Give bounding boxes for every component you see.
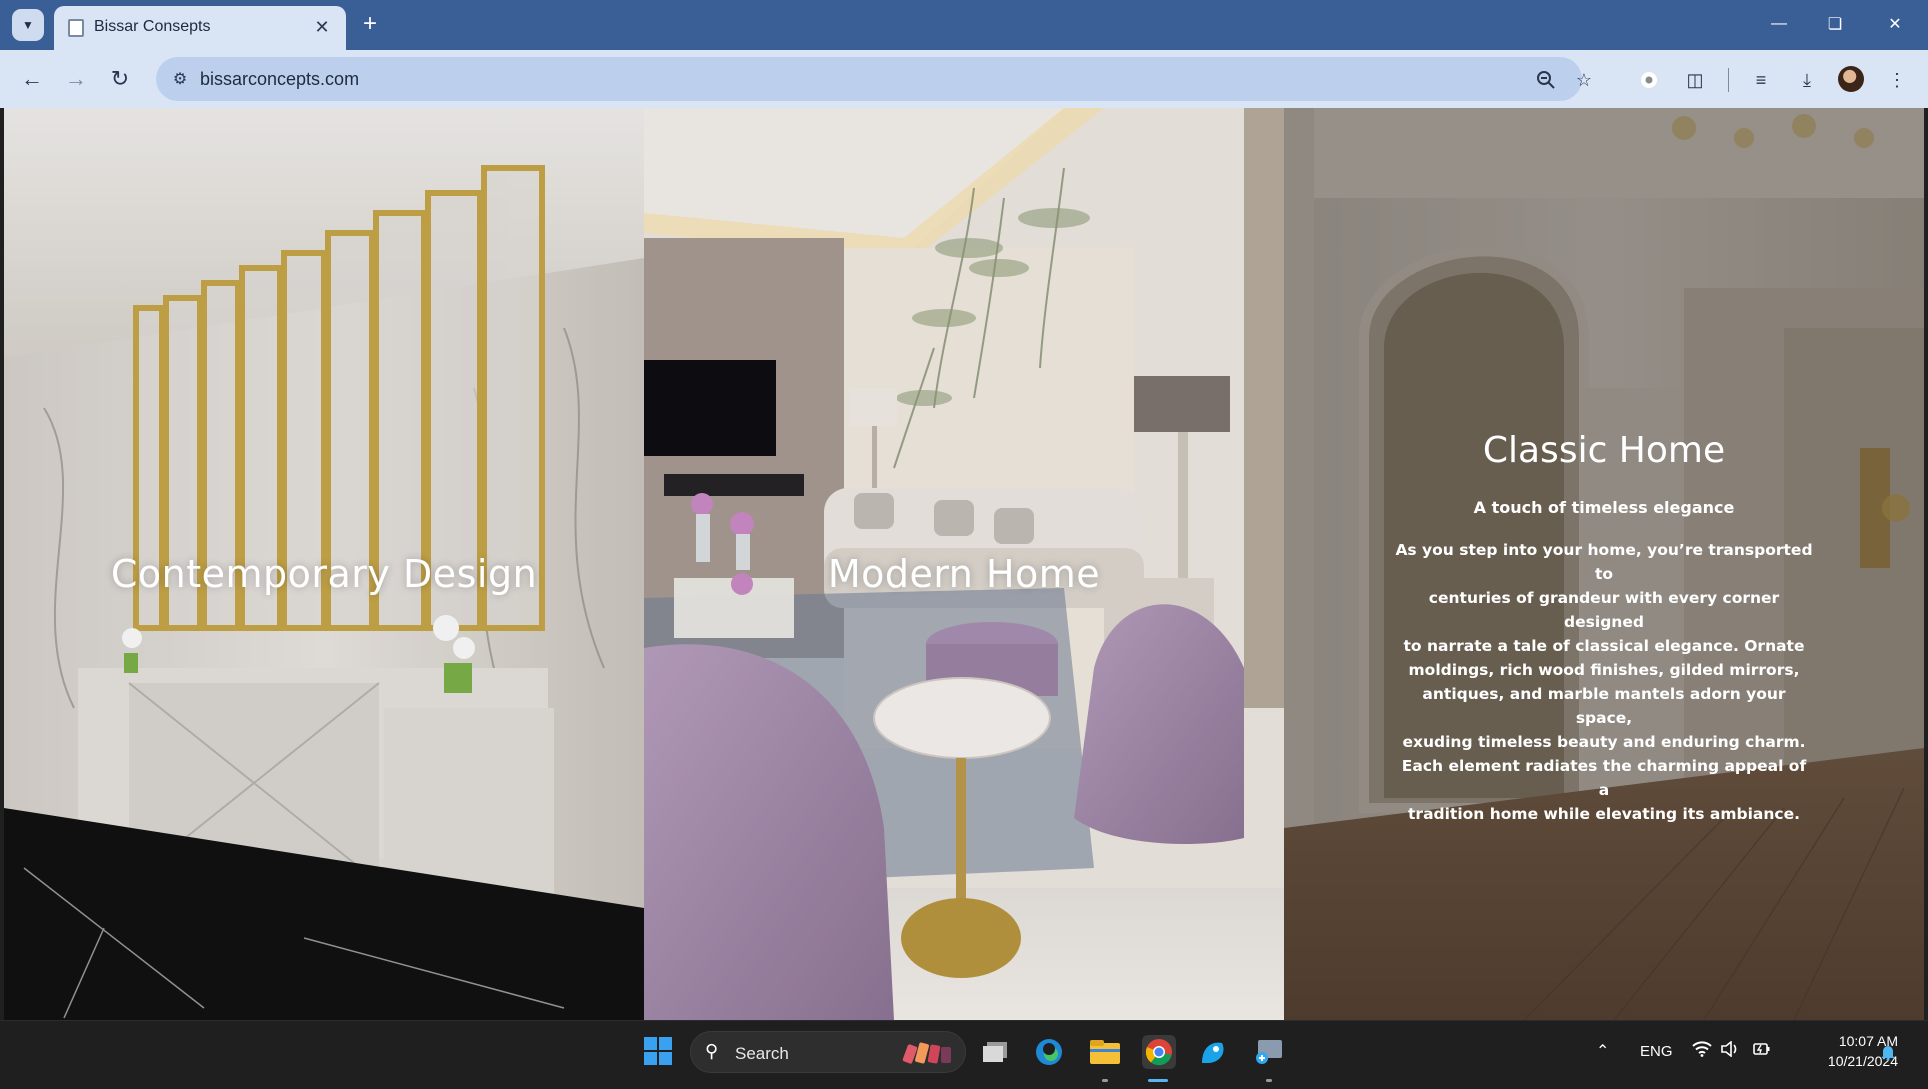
remote-desktop-icon[interactable]: [1252, 1035, 1286, 1069]
arrow-right-icon: →: [65, 66, 87, 91]
reload-button[interactable]: ↻: [104, 63, 136, 95]
windows-taskbar: ⚲ Search ⌃ ENG 10:07 AM 10/21/2024: [0, 1020, 1928, 1089]
classic-home-description: As you step into your home, you’re trans…: [1394, 538, 1814, 826]
restore-button[interactable]: ❏: [1812, 8, 1858, 40]
profile-avatar[interactable]: [1838, 66, 1864, 92]
circle-extension-icon: [1641, 72, 1657, 88]
description-line: exuding timeless beauty and enduring cha…: [1402, 733, 1806, 751]
minimize-icon: —: [1771, 15, 1787, 32]
wifi-icon[interactable]: [1692, 1041, 1712, 1057]
battery-icon[interactable]: [1752, 1041, 1772, 1057]
contemporary-design-panel[interactable]: Contemporary Design: [4, 108, 644, 1020]
media-queue-icon: ≡: [1755, 69, 1767, 90]
windows-start-icon[interactable]: [644, 1037, 672, 1065]
tune-icon: ⚙: [172, 71, 188, 88]
restore-icon: ❏: [1827, 16, 1843, 33]
downloads-button[interactable]: ⤓: [1792, 65, 1822, 95]
taskbar-search-box[interactable]: ⚲ Search: [690, 1031, 966, 1073]
forward-button[interactable]: →: [60, 63, 92, 95]
close-window-button[interactable]: ✕: [1872, 8, 1918, 40]
taskbar-search-label: Search: [735, 1044, 789, 1063]
description-line: centuries of grandeur with every corner …: [1428, 589, 1780, 631]
puzzle-icon: ◫: [1686, 69, 1704, 90]
input-language-indicator[interactable]: ENG: [1640, 1043, 1673, 1060]
toolbar-divider: [1728, 68, 1729, 92]
plus-icon: +: [362, 10, 377, 37]
description-line: As you step into your home, you’re trans…: [1395, 541, 1813, 583]
star-icon: ☆: [1575, 69, 1593, 90]
description-line: antiques, and marble mantels adorn your …: [1422, 685, 1786, 727]
app-icon[interactable]: [1196, 1035, 1230, 1069]
extension-button[interactable]: [1634, 65, 1664, 95]
extensions-button[interactable]: ◫: [1680, 65, 1710, 95]
task-view-icon[interactable]: [978, 1035, 1012, 1069]
browser-toolbar: ← → ↻ ⚙ bissarconcepts.com ☆ ◫ ≡ ⤓ ⋮: [0, 50, 1928, 108]
classic-home-subtitle: A touch of timeless elegance: [1473, 498, 1735, 517]
running-indicator: [1102, 1079, 1108, 1082]
description-line: Each element radiates the charming appea…: [1401, 757, 1807, 799]
search-icon: ⚲: [705, 1041, 719, 1061]
chrome-icon[interactable]: [1142, 1035, 1176, 1069]
zoom-out-icon: [1537, 71, 1555, 89]
classic-home-title[interactable]: Classic Home: [1284, 430, 1924, 471]
running-indicator: [1266, 1079, 1272, 1082]
new-tab-button[interactable]: +: [356, 10, 384, 38]
browser-tab-bar: ▼ Bissar Consepts ✕ + — ❏ ✕: [0, 0, 1928, 50]
close-icon: ✕: [314, 16, 330, 37]
classic-home-panel[interactable]: Classic Home A touch of timeless eleganc…: [1284, 108, 1924, 1020]
close-window-icon: ✕: [1888, 16, 1902, 33]
contemporary-design-title[interactable]: Contemporary Design: [4, 552, 644, 596]
reload-icon: ↻: [110, 66, 130, 91]
site-info-button[interactable]: ⚙: [166, 65, 194, 93]
modern-home-panel[interactable]: Modern Home: [644, 108, 1284, 1020]
chevron-up-icon[interactable]: ⌃: [1596, 1041, 1609, 1061]
back-button[interactable]: ←: [16, 63, 48, 95]
description-line: moldings, rich wood finishes, gilded mir…: [1408, 661, 1800, 679]
download-icon: ⤓: [1803, 69, 1811, 90]
notification-bell-icon[interactable]: [1880, 1043, 1896, 1061]
bookmark-button[interactable]: ☆: [1570, 66, 1598, 94]
browser-tab[interactable]: Bissar Consepts ✕: [54, 6, 346, 50]
tab-search-button[interactable]: ▼: [12, 9, 44, 41]
volume-icon[interactable]: [1720, 1041, 1740, 1057]
address-bar[interactable]: ⚙ bissarconcepts.com ☆: [156, 57, 1592, 101]
close-tab-button[interactable]: ✕: [310, 15, 334, 39]
media-controls-button[interactable]: ≡: [1746, 65, 1776, 95]
search-highlight-icon: [902, 1042, 951, 1064]
modern-home-title[interactable]: Modern Home: [644, 552, 1284, 596]
url-text[interactable]: bissarconcepts.com: [200, 69, 359, 90]
active-app-indicator: [1148, 1079, 1168, 1082]
description-line: to narrate a tale of classical elegance.…: [1403, 637, 1805, 655]
description-line: tradition home while elevating its ambia…: [1408, 805, 1800, 823]
kebab-menu-icon: ⋮: [1888, 69, 1906, 90]
tab-title: Bissar Consepts: [94, 18, 211, 35]
web-page: Contemporary Design Modern Home Classic …: [4, 108, 1924, 1020]
file-explorer-icon[interactable]: [1088, 1035, 1122, 1069]
zoom-button[interactable]: [1532, 66, 1560, 94]
page-favicon-icon: [68, 19, 84, 37]
browser-menu-button[interactable]: ⋮: [1882, 65, 1912, 95]
chevron-down-icon: ▼: [22, 18, 34, 32]
arrow-left-icon: ←: [21, 66, 43, 91]
minimize-button[interactable]: —: [1756, 8, 1802, 40]
edge-icon[interactable]: [1032, 1035, 1066, 1069]
